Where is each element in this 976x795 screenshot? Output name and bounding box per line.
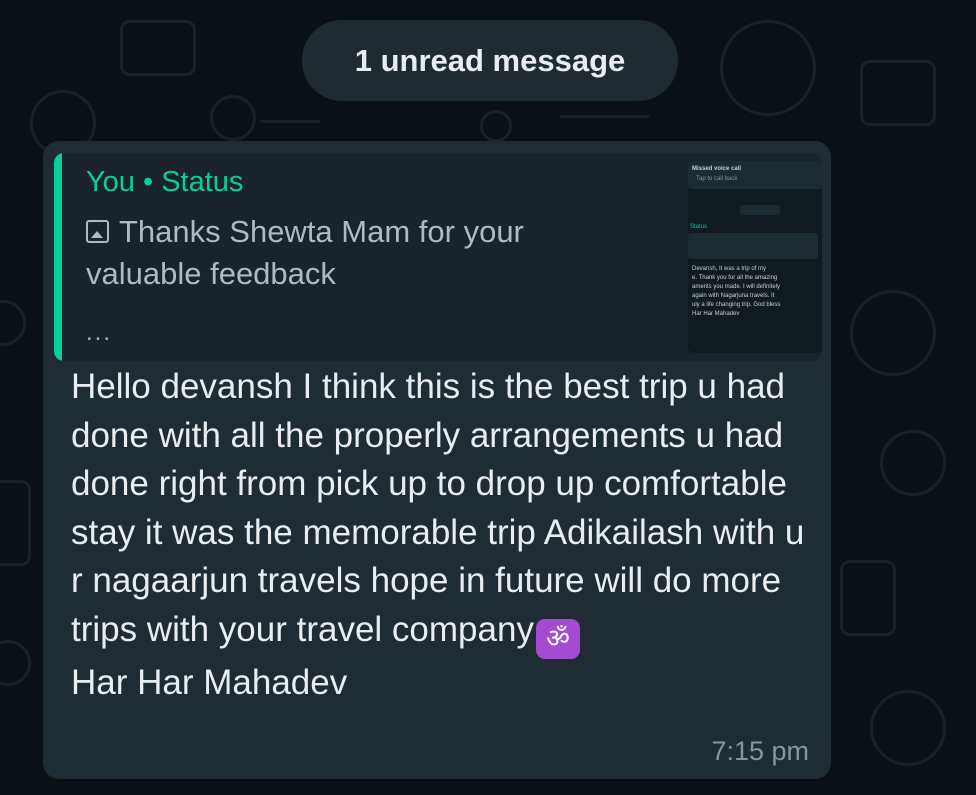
quote-caption: Thanks Shewta Mam for your valuable feed… <box>86 214 524 291</box>
wallpaper-doodle <box>850 290 936 376</box>
unread-messages-label: 1 unread message <box>354 42 626 78</box>
thumb-feedback-line: aments you made. I will definitely <box>692 284 781 290</box>
quote-author: You • Status <box>86 166 243 199</box>
image-icon <box>86 220 109 243</box>
wallpaper-doodle <box>560 115 650 118</box>
wallpaper-doodle <box>880 430 946 496</box>
thumb-quote-box <box>688 233 818 259</box>
incoming-message-bubble[interactable]: You • Status Thanks Shewta Mam for your … <box>43 141 831 779</box>
thumb-feedback-line: e. Thank you for all the amazing <box>692 275 778 281</box>
thumb-missed-call-sub: Tap to call back <box>696 176 738 182</box>
quote-accent-bar <box>54 153 62 361</box>
quote-context: Status <box>161 166 244 198</box>
thumb-feedback-line: uly a life changing trip. God bless <box>692 302 781 308</box>
thumb-feedback-line: again with Nagarjuna travels. It <box>692 293 775 299</box>
wallpaper-doodle <box>480 110 512 142</box>
quote-more-indicator: ... <box>86 319 113 346</box>
wallpaper-doodle <box>0 640 31 686</box>
wallpaper-doodle <box>840 560 896 636</box>
thumb-feedback-line: Har Har Mahadev <box>692 311 740 317</box>
om-emoji-icon: ॐ <box>535 618 580 659</box>
quote-caption-row: Thanks Shewta Mam for your valuable feed… <box>86 211 626 295</box>
quote-author-name: You <box>86 166 135 198</box>
unread-messages-banner: 1 unread message <box>302 20 678 101</box>
message-closing: Har Har Mahadev <box>71 662 348 702</box>
wallpaper-doodle <box>860 60 936 126</box>
wallpaper-doodle <box>870 690 946 766</box>
thumb-status-label: Status <box>690 224 708 230</box>
wallpaper-doodle <box>720 20 816 116</box>
wallpaper-doodle <box>0 480 31 566</box>
quoted-status-reply[interactable]: You • Status Thanks Shewta Mam for your … <box>54 153 822 361</box>
thumb-missed-call-title: Missed voice call <box>692 166 742 172</box>
wallpaper-doodle <box>120 20 196 76</box>
thumb-feedback-line: Devansh, It was a trip of my <box>692 266 767 272</box>
wallpaper-doodle <box>210 95 256 141</box>
message-body: Hello devansh I think this is the best t… <box>71 367 805 649</box>
chat-view: 1 unread message You • Status Thanks She… <box>0 0 976 795</box>
wallpaper-doodle <box>0 300 26 346</box>
thumb-reply-pill <box>740 205 780 215</box>
status-thumbnail[interactable]: Missed voice call Tap to call back Statu… <box>688 161 822 353</box>
quote-author-separator: • <box>143 166 154 198</box>
message-timestamp: 7:15 pm <box>711 736 809 766</box>
message-text: Hello devansh I think this is the best t… <box>71 363 816 707</box>
wallpaper-doodle <box>260 120 320 123</box>
